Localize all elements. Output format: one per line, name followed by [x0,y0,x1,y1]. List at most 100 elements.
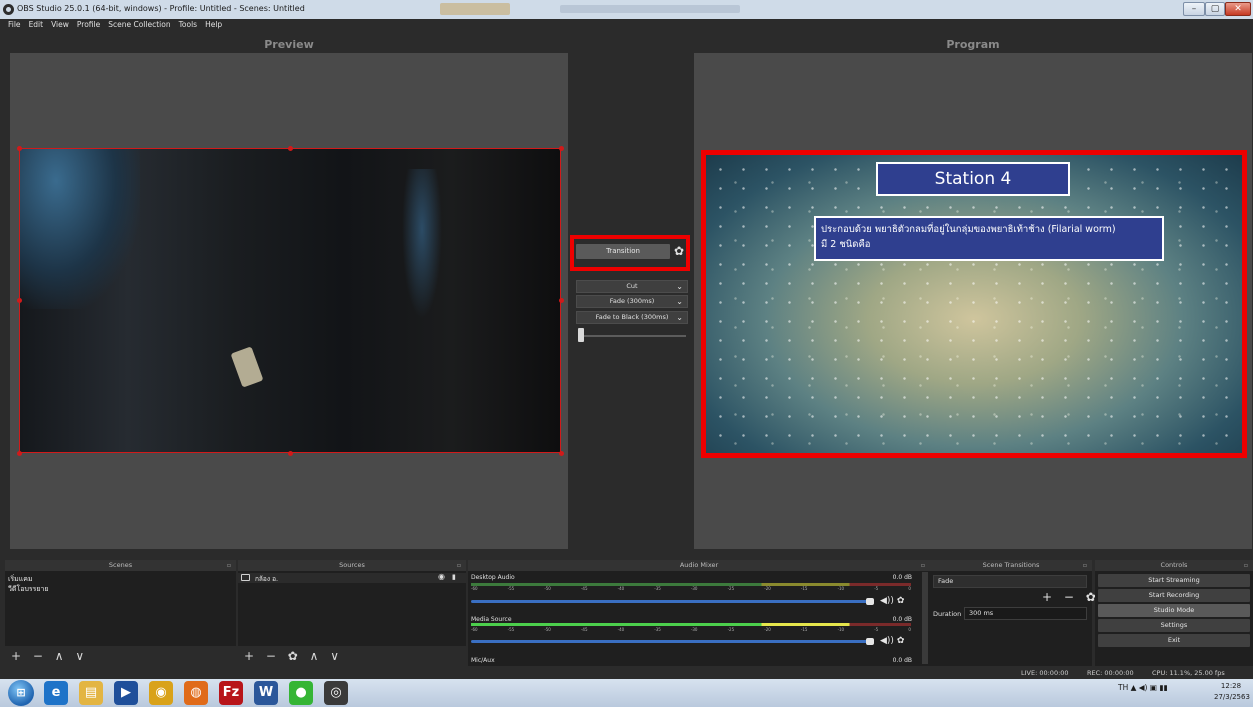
resize-handle[interactable] [17,298,22,303]
meter-tick-label: -50 [544,586,551,591]
scenes-toolbar-icons[interactable]: + − ∧ ∨ [11,649,88,663]
resize-handle[interactable] [288,146,293,151]
system-tray: TH ▲ ◀) ▣ ▮▮ [1118,683,1168,692]
quick-transition-fade-to-black[interactable]: Fade to Black (300ms) ⌄ [576,311,688,324]
resize-handle[interactable] [17,451,22,456]
camera-scene-shape [20,149,140,309]
meter-tick-label: -25 [727,627,735,632]
meter-tick-label: 0 [908,627,911,632]
speaker-icon[interactable]: ◀)) [880,596,894,606]
volume-slider-track[interactable] [471,640,869,643]
lock-icon[interactable]: ▮ [452,573,456,581]
language-indicator[interactable]: TH [1118,683,1128,692]
obs-logo-icon [3,4,14,15]
live-timer: LIVE: 00:00:00 [1021,669,1069,677]
camera-icon [241,574,250,581]
volume-slider-handle[interactable] [866,638,874,645]
quick-transition-cut[interactable]: Cut ⌄ [576,280,688,293]
undock-icon[interactable]: ▫ [1083,560,1087,571]
studio-mode-button[interactable]: Studio Mode [1098,604,1250,617]
scene-transitions-dock: Scene Transitions ▫ Fade + − ✿ Duration 3… [930,560,1096,666]
quick-transition-label: Fade to Black (300ms) [595,313,669,321]
taskbar-filezilla-icon[interactable]: Fz [219,681,243,705]
resize-handle[interactable] [559,298,564,303]
sources-toolbar-icons[interactable]: + − ✿ ∧ ∨ [244,649,343,663]
quick-transition-fade[interactable]: Fade (300ms) ⌄ [576,295,688,308]
taskbar-line-icon[interactable]: ● [289,681,313,705]
transition-type-select[interactable]: Fade [933,575,1087,588]
meter-tick-label: -35 [654,627,661,632]
menu-profile[interactable]: Profile [73,19,104,30]
taskbar-internet-explorer-icon[interactable]: e [44,681,68,705]
resize-handle[interactable] [559,146,564,151]
minimize-button[interactable]: – [1183,2,1205,16]
menu-bar: File Edit View Profile Scene Collection Tools… [0,19,1253,32]
eye-icon[interactable]: ◉ [438,572,445,581]
volume-slider-track[interactable] [471,600,869,603]
exit-button[interactable]: Exit [1098,634,1250,647]
bokeh-background [706,155,1242,453]
taskbar-word-icon[interactable]: W [254,681,278,705]
clock-date: 27/3/2563 [1214,693,1250,701]
mixer-scrollbar[interactable] [922,572,928,664]
sources-dock: Sources ▫ กล้อง อ. ◉ ▮ + − ✿ ∧ ∨ [238,560,466,666]
transition-button[interactable]: Transition [576,244,670,259]
dock-header: Scenes ▫ [5,560,236,571]
start-recording-button[interactable]: Start Recording [1098,589,1250,602]
undock-icon[interactable]: ▫ [921,560,925,571]
volume-slider-handle[interactable] [866,598,874,605]
menu-file[interactable]: File [0,19,25,30]
dock-header: Scene Transitions ▫ [930,560,1092,571]
meter-tick-label: -45 [580,627,588,632]
tbar-handle[interactable] [578,328,584,342]
source-name: กล้อง อ. [255,575,279,583]
start-button[interactable]: ⊞ [8,680,34,706]
scene-item[interactable]: วีดีโอบรรยาย [8,584,49,595]
resize-handle[interactable] [288,451,293,456]
maximize-button[interactable]: ▢ [1205,2,1225,16]
taskbar-media-player-icon[interactable]: ▶ [114,681,138,705]
meter-tick-label: -50 [544,627,551,632]
source-item[interactable]: กล้อง อ. ◉ ▮ [238,572,466,583]
dock-header: Controls ▫ [1095,560,1253,571]
settings-button[interactable]: Settings [1098,619,1250,632]
menu-tools[interactable]: Tools [175,19,201,30]
mixer-channel-name: Media Source [471,616,512,623]
chevron-down-icon: ⌄ [676,282,683,291]
meter-tick-label: -10 [837,627,845,632]
meter-tick-label: -30 [690,627,698,632]
undock-icon[interactable]: ▫ [1244,560,1248,571]
close-button[interactable]: ✕ [1225,2,1251,16]
duration-label: Duration [933,610,962,618]
mixer-channel-db: 0.0 dB [892,574,912,581]
taskbar-chrome-icon[interactable]: ◉ [149,681,173,705]
menu-view[interactable]: View [47,19,73,30]
preview-camera-source[interactable] [19,148,561,453]
meter-tick-label: -5 [874,586,879,591]
resize-handle[interactable] [559,451,564,456]
speaker-icon[interactable]: ◀)) [880,636,894,646]
menu-scene-collection[interactable]: Scene Collection [104,19,174,30]
transition-gear-icon[interactable]: ✿ [673,245,685,257]
undock-icon[interactable]: ▫ [227,560,231,571]
tbar-track[interactable] [580,335,686,337]
taskbar-obs-icon[interactable]: ◎ [324,681,348,705]
duration-input[interactable]: 300 ms [964,607,1087,620]
transition-toolbar-icons[interactable]: + − ✿ [1042,590,1100,604]
gear-icon[interactable]: ✿ [897,596,905,606]
audio-meter [471,623,911,626]
cpu-fps: CPU: 11.1%, 25.00 fps [1152,669,1225,677]
menu-edit[interactable]: Edit [25,19,48,30]
resize-handle[interactable] [17,146,22,151]
start-streaming-button[interactable]: Start Streaming [1098,574,1250,587]
gear-icon[interactable]: ✿ [897,636,905,646]
mixer-channel-controls: ◀)) ✿ [880,636,904,646]
clock[interactable]: 12:28 27/3/2563 [1214,681,1250,703]
meter-tick-label: -35 [654,586,661,591]
meter-tick-label: -30 [690,586,698,591]
taskbar-firefox-icon[interactable]: ◍ [184,681,208,705]
taskbar-file-explorer-icon[interactable]: ▤ [79,681,103,705]
undock-icon[interactable]: ▫ [457,560,461,571]
dock-header: Sources ▫ [238,560,466,571]
menu-help[interactable]: Help [201,19,226,30]
